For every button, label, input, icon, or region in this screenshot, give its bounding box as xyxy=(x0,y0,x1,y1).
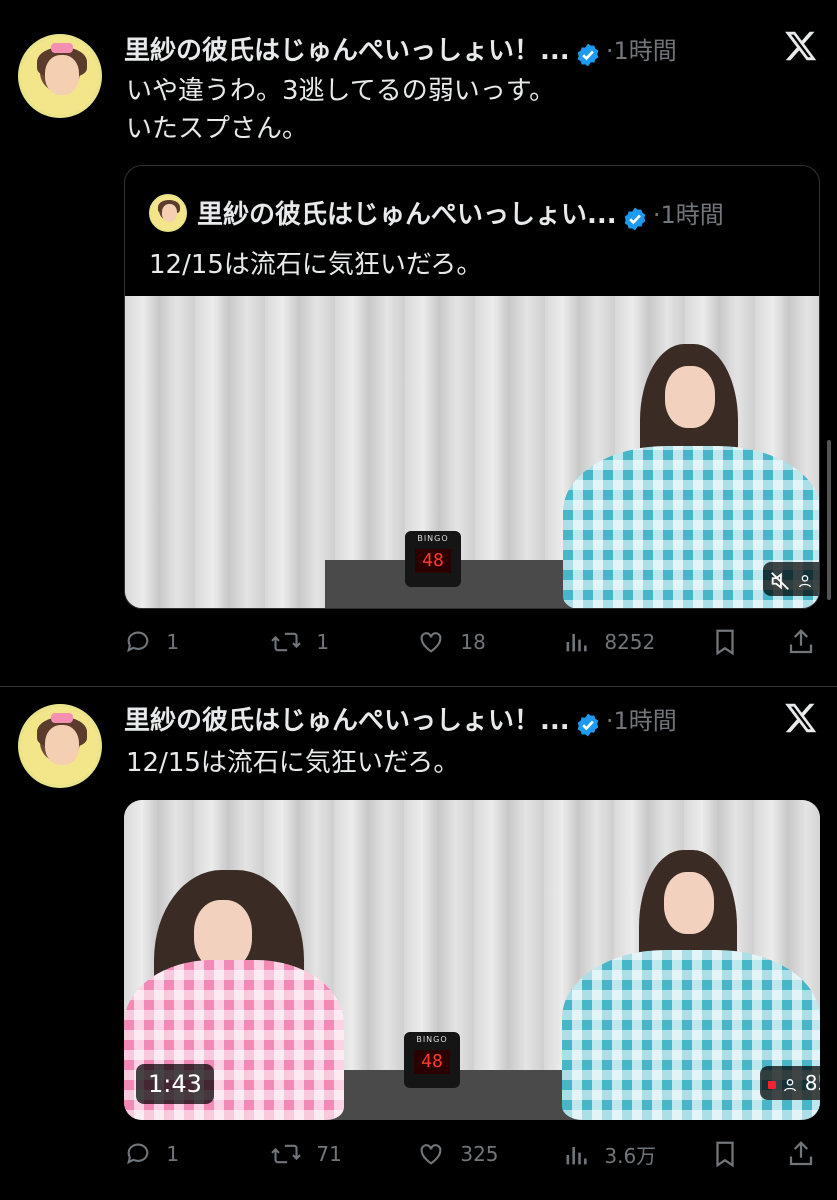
quote-video[interactable]: BINGO 48 85 xyxy=(125,296,819,608)
reply-icon xyxy=(127,1143,149,1165)
bingo-number: 48 xyxy=(415,549,451,573)
verified-badge-icon xyxy=(577,43,599,66)
reply-button[interactable]: 1 xyxy=(124,1140,179,1168)
tweet-text: 12/15は流石に気狂いだろ。 xyxy=(126,748,460,778)
author-name[interactable]: 里紗の彼氏はじゅんぺいっしょい！... xyxy=(124,36,570,66)
repost-button[interactable]: 71 xyxy=(270,1140,342,1168)
bingo-counter: BINGO 48 xyxy=(405,531,461,587)
author-name[interactable]: 里紗の彼氏はじゅんぺいっしょい！... xyxy=(124,706,570,736)
quote-avatar xyxy=(149,194,187,232)
views-button[interactable]: 8252 xyxy=(562,628,655,656)
reply-button[interactable]: 1 xyxy=(124,628,179,656)
scrollbar[interactable] xyxy=(827,440,831,600)
repost-button[interactable]: 1 xyxy=(270,628,329,656)
viewer-count: 85 xyxy=(804,1071,820,1095)
like-button[interactable]: 18 xyxy=(416,628,486,656)
tweet-divider xyxy=(0,686,837,687)
views-button[interactable]: 3.6万 xyxy=(562,1140,656,1169)
repost-icon xyxy=(271,632,301,652)
verified-badge-icon xyxy=(624,207,646,230)
mute-badge[interactable]: 85 xyxy=(763,562,819,596)
video-duration: 1:43 xyxy=(136,1064,214,1104)
bingo-number: 48 xyxy=(414,1050,450,1074)
quote-text: 12/15は流石に気狂いだろ。 xyxy=(149,250,483,280)
repost-count: 71 xyxy=(316,1142,342,1166)
x-logo-icon[interactable] xyxy=(783,700,819,736)
viewer-icon xyxy=(799,574,812,587)
bookmark-icon[interactable] xyxy=(710,626,740,658)
views-icon xyxy=(566,633,587,652)
tweet-header: 里紗の彼氏はじゅんぺいっしょい！... ·1時間 xyxy=(124,700,677,738)
reply-count: 1 xyxy=(166,1142,180,1166)
verified-badge-icon xyxy=(577,713,599,736)
tweet-header: 里紗の彼氏はじゅんぺいっしょい！... ·1時間 xyxy=(124,30,677,68)
like-button[interactable]: 325 xyxy=(416,1140,499,1168)
live-dot xyxy=(768,1080,776,1089)
mute-icon xyxy=(771,571,789,590)
bookmark-icon[interactable] xyxy=(710,1138,740,1170)
tweet-text: いや違うわ。3逃してるの弱いっす。 いたスプさん。 xyxy=(126,76,556,144)
like-icon xyxy=(420,632,442,653)
like-count: 325 xyxy=(460,1142,499,1166)
timestamp[interactable]: ·1時間 xyxy=(606,37,677,65)
share-icon[interactable] xyxy=(786,1138,816,1170)
bingo-counter: BINGO 48 xyxy=(404,1032,460,1088)
quote-timestamp: ·1時間 xyxy=(652,201,724,229)
repost-icon xyxy=(271,1144,301,1164)
viewer-icon xyxy=(784,1078,797,1091)
quote-author-name: 里紗の彼氏はじゅんぺいっしょい... xyxy=(197,200,617,230)
like-icon xyxy=(420,1144,442,1165)
x-logo-icon[interactable] xyxy=(783,28,819,64)
tweet-video[interactable]: BINGO 48 1:43 85 xyxy=(124,800,820,1120)
timestamp[interactable]: ·1時間 xyxy=(606,707,677,735)
share-icon[interactable] xyxy=(786,626,816,658)
repost-count: 1 xyxy=(316,630,330,654)
quoted-tweet[interactable]: 里紗の彼氏はじゅんぺいっしょい... ·1時間 12/15は流石に気狂いだろ。 … xyxy=(124,165,820,609)
live-viewers-badge[interactable]: 85 xyxy=(760,1066,820,1100)
reply-icon xyxy=(127,631,149,653)
reply-count: 1 xyxy=(166,630,180,654)
avatar[interactable] xyxy=(18,704,102,788)
views-icon xyxy=(566,1146,587,1164)
like-count: 18 xyxy=(460,630,486,654)
quote-header: 里紗の彼氏はじゅんぺいっしょい... ·1時間 xyxy=(197,194,724,232)
avatar[interactable] xyxy=(18,34,102,118)
views-count: 8252 xyxy=(604,630,656,654)
views-count: 3.6万 xyxy=(604,1144,657,1168)
